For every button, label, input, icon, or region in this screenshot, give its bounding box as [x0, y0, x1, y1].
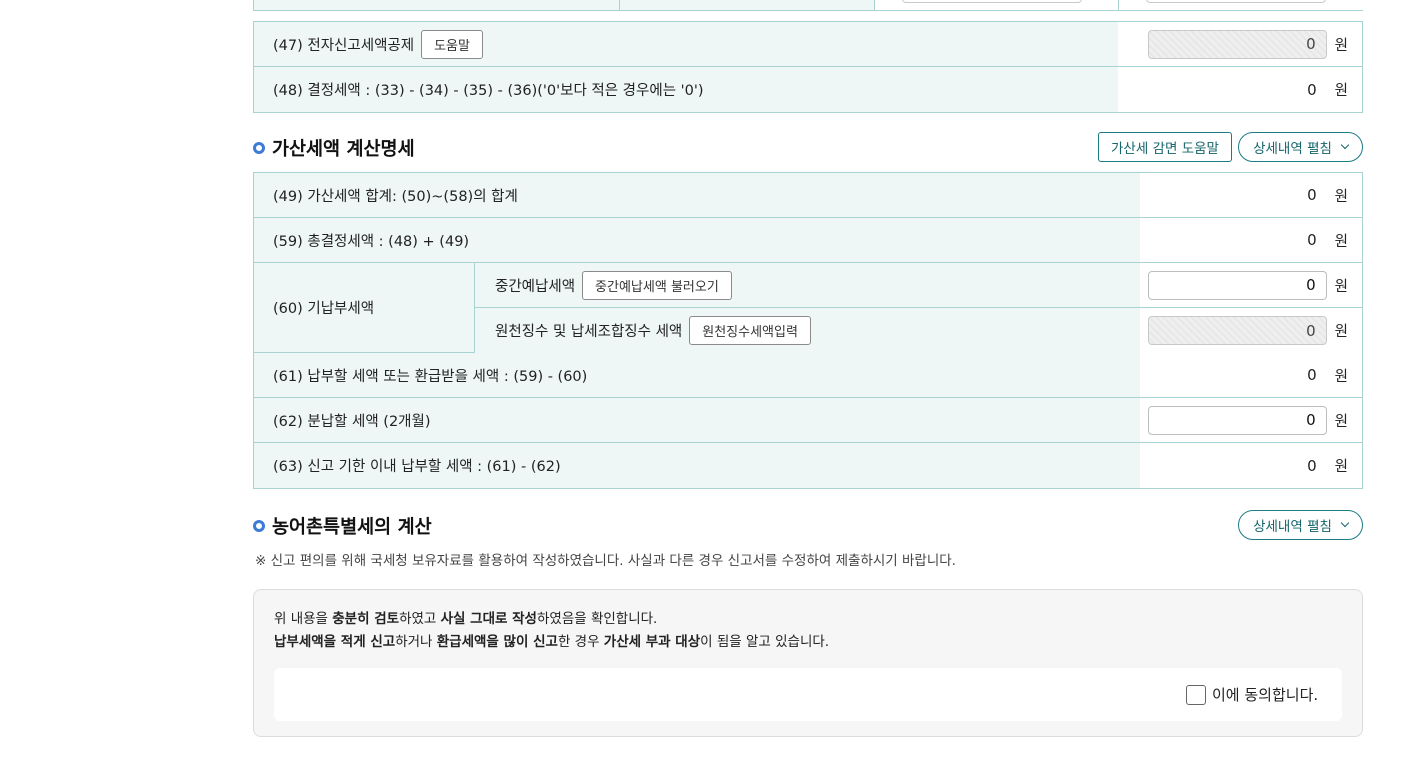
confirmation-panel: 위 내용을 충분히 검토하였고 사실 그대로 작성하였음을 확인합니다. 납부세…	[253, 589, 1363, 737]
withholding-tax-field-disabled: 0	[1147, 316, 1327, 345]
withholding-tax-input-button[interactable]: 원천징수세액입력	[689, 316, 811, 345]
sub-row-label: 중간예납세액	[495, 278, 576, 295]
notice-text: ※ 신고 편의를 위해 국세청 보유자료를 활용하여 작성하였습니다. 사실과 …	[255, 553, 956, 569]
table-row: (62) 분납할 세액 (2개월) 0 원	[254, 398, 1362, 443]
unit-label: 원	[1334, 233, 1348, 250]
sub-row-label: 원천징수 및 납세조합징수 세액	[495, 324, 683, 340]
table-row: (47) 전자신고세액공제 도움말 0 원	[254, 22, 1362, 67]
unit-label: 원	[1334, 83, 1348, 99]
agree-row: 이에 동의합니다.	[274, 668, 1342, 721]
section-title-rural-tax: 농어촌특별세의 계산	[253, 513, 432, 539]
unit-label: 원	[1334, 459, 1348, 475]
unit-label: 원	[1334, 368, 1348, 385]
amount-value: 0	[1307, 186, 1317, 204]
row-label: (49) 가산세액 합계: (50)~(58)의 합계	[273, 188, 518, 205]
row-label: (63) 신고 기한 이내 납부할 세액 : (61) - (62)	[273, 459, 561, 475]
row-label: (48) 결정세액 : (33) - (34) - (35) - (36)('0…	[273, 83, 704, 99]
table-row: (63) 신고 기한 이내 납부할 세액 : (61) - (62) 0 원	[254, 443, 1362, 488]
unit-label: 원	[1334, 324, 1348, 340]
clipped-table-row	[253, 0, 1363, 11]
tax-result-table: (47) 전자신고세액공제 도움말 0 원 (48) 결정세액 : (33) -…	[253, 21, 1363, 113]
expand-details-button[interactable]: 상세내역 펼침	[1238, 510, 1363, 540]
row-label: (62) 분납할 세액 (2개월)	[273, 413, 431, 430]
table-row: (48) 결정세액 : (33) - (34) - (35) - (36)('0…	[254, 67, 1362, 112]
section-title-penalty: 가산세액 계산명세	[253, 135, 415, 161]
confirm-line-2: 납부세액을 적게 신고하거나 환급세액을 많이 신고한 경우 가산세 부과 대상…	[274, 634, 830, 650]
penalty-table: (49) 가산세액 합계: (50)~(58)의 합계 0 원 (59) 총결정…	[253, 172, 1363, 489]
amount-value: 0	[1307, 366, 1317, 384]
help-button[interactable]: 도움말	[421, 29, 483, 59]
installment-tax-input[interactable]: 0	[1147, 405, 1327, 435]
row-label: (59) 총결정세액 : (48) + (49)	[273, 233, 470, 250]
confirm-line-1: 위 내용을 충분히 검토하였고 사실 그대로 작성하였음을 확인합니다.	[274, 611, 658, 627]
table-row: (59) 총결정세액 : (48) + (49) 0 원	[254, 218, 1362, 263]
unit-label: 원	[1334, 278, 1348, 295]
row-label: (61) 납부할 세액 또는 환급받을 세액 : (59) - (60)	[273, 368, 588, 385]
load-interim-tax-button[interactable]: 중간예납세액 불러오기	[582, 270, 732, 300]
amount-value: 0	[1307, 80, 1317, 99]
row-label: (47) 전자신고세액공제	[273, 37, 415, 54]
unit-label: 원	[1334, 37, 1348, 54]
penalty-reduction-help-button[interactable]: 가산세 감면 도움말	[1098, 132, 1232, 162]
table-row: (49) 가산세액 합계: (50)~(58)의 합계 0 원	[254, 173, 1362, 218]
unit-label: 원	[1334, 188, 1348, 205]
bullet-icon	[253, 520, 265, 532]
expand-details-button[interactable]: 상세내역 펼침	[1238, 132, 1363, 162]
amount-field-disabled: 0	[1147, 29, 1327, 59]
chevron-down-icon	[1340, 518, 1350, 528]
chevron-down-icon	[1340, 140, 1350, 150]
agree-label[interactable]: 이에 동의합니다.	[1212, 684, 1318, 705]
unit-label: 원	[1334, 413, 1348, 430]
bullet-icon	[253, 142, 265, 154]
interim-tax-input[interactable]: 0	[1147, 270, 1327, 300]
amount-value: 0	[1307, 231, 1317, 249]
table-row-prepaid: (60) 기납부세액 중간예납세액 중간예납세액 불러오기 원천징수 및 납세조…	[254, 263, 1362, 353]
amount-value: 0	[1307, 456, 1317, 475]
row-label: (60) 기납부세액	[273, 301, 375, 317]
agree-checkbox[interactable]	[1186, 685, 1206, 705]
table-row: (61) 납부할 세액 또는 환급받을 세액 : (59) - (60) 0 원	[254, 353, 1362, 398]
